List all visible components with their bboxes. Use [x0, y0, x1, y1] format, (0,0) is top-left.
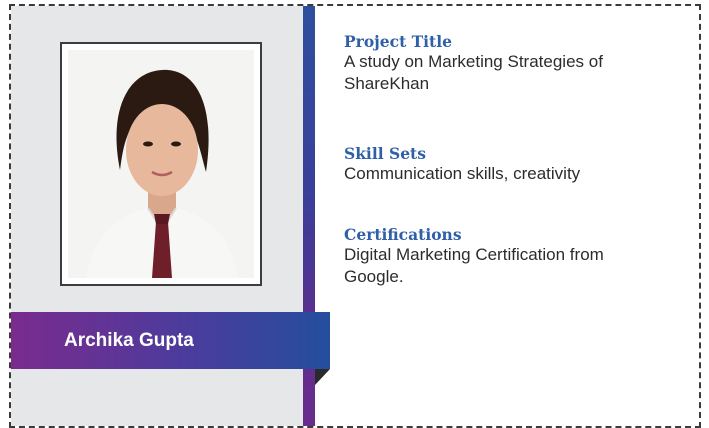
- certifications-value: Digital Marketing Certification from Goo…: [344, 245, 604, 286]
- skill-sets-section: Skill Sets Communication skills, creativ…: [344, 145, 674, 185]
- student-name: Archika Gupta: [64, 329, 194, 351]
- name-banner: Archika Gupta: [11, 312, 330, 369]
- project-title-label: Project Title: [344, 32, 452, 51]
- profile-photo: [68, 50, 254, 278]
- skill-sets-label: Skill Sets: [344, 144, 426, 163]
- certifications-label: Certifications: [344, 225, 462, 244]
- skill-sets-value: Communication skills, creativity: [344, 164, 581, 183]
- profile-photo-frame: [60, 42, 262, 286]
- certifications-section: Certifications Digital Marketing Certifi…: [344, 226, 654, 288]
- project-title-value: A study on Marketing Strategies of Share…: [344, 52, 603, 93]
- banner-fold: [315, 369, 330, 385]
- project-title-section: Project Title A study on Marketing Strat…: [344, 33, 664, 95]
